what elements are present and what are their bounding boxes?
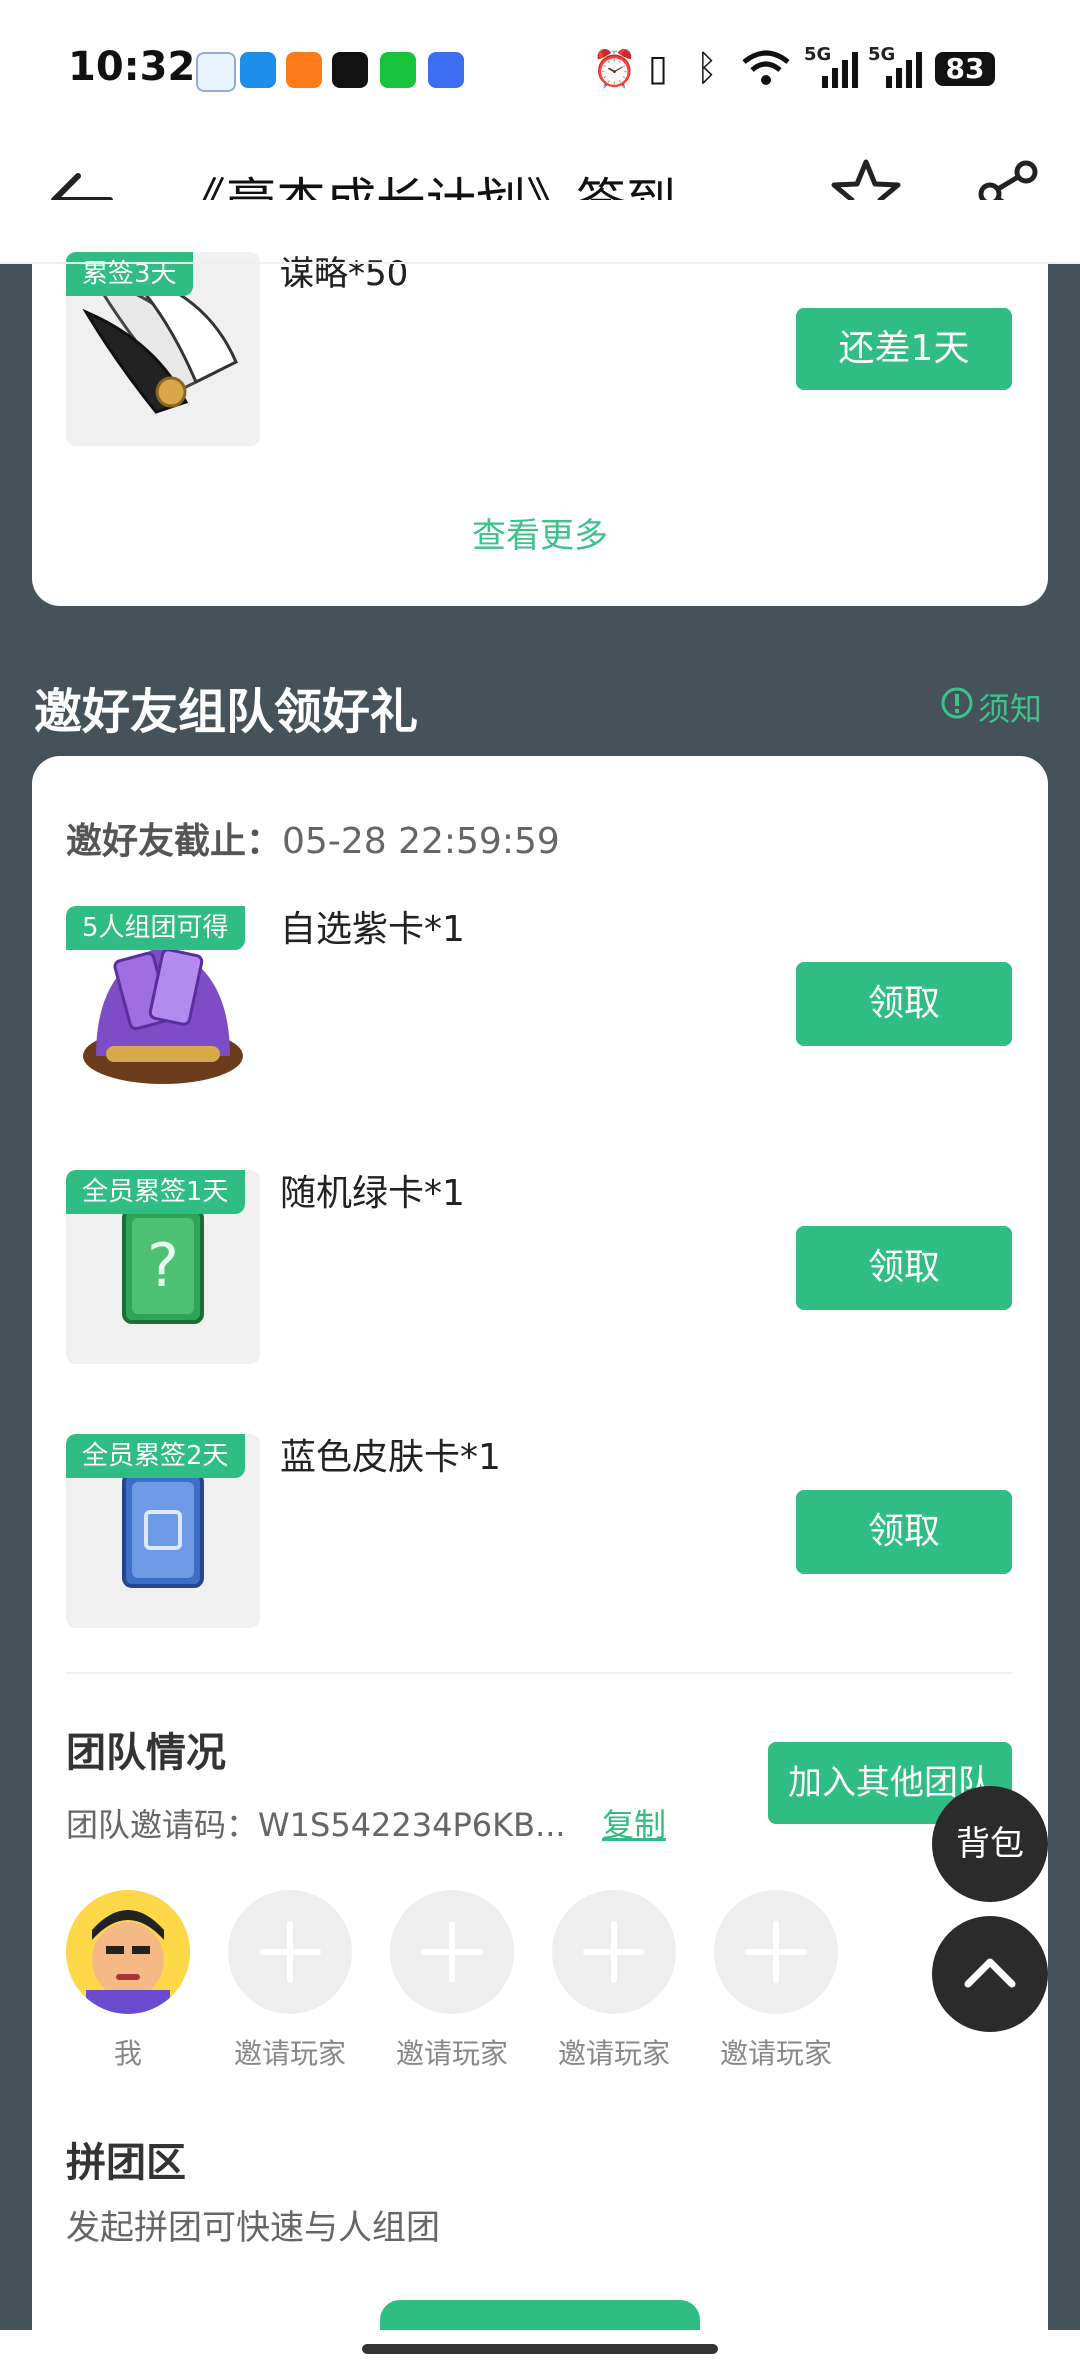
member-label: 邀请玩家 (719, 2037, 832, 2070)
invite-player-slot[interactable] (714, 1890, 838, 2014)
member-label: 邀请玩家 (395, 2037, 508, 2070)
group-zone-title: 拼团区 (66, 2140, 186, 2186)
claim-button[interactable]: 领取 (796, 1226, 1012, 1310)
invite-code-row: 团队邀请码：W1S542234P6KB... (66, 1800, 566, 1846)
reward-thumbnail: 累签3天 (66, 252, 260, 446)
reward-name: 自选紫卡*1 (280, 909, 465, 950)
deadline-label: 邀好友截止： (66, 821, 283, 862)
app-icon (332, 52, 368, 88)
app-icon (428, 52, 464, 88)
divider (66, 1672, 1012, 1674)
alarm-icon: ⏰ (592, 49, 637, 90)
member-label: 我 (113, 2037, 142, 2070)
member-label: 邀请玩家 (233, 2037, 346, 2070)
deadline-row: 邀好友截止：05-28 22:59:59 (66, 812, 560, 864)
plus-icon (259, 1921, 321, 1983)
reward-tag: 全员累签2天 (66, 1434, 245, 1478)
group-zone-desc: 发起拼团可快速与人组团 (66, 2208, 440, 2248)
invite-player-slot[interactable] (390, 1890, 514, 2014)
remaining-days-button[interactable]: 还差1天 (796, 308, 1012, 390)
reward-name: 随机绿卡*1 (280, 1173, 465, 1214)
reward-name: 蓝色皮肤卡*1 (280, 1437, 501, 1478)
app-icon (196, 52, 236, 92)
team-title: 团队情况 (66, 1730, 226, 1776)
reward-thumbnail: 全员累签2天 (66, 1434, 260, 1628)
claim-button[interactable]: 领取 (796, 1490, 1012, 1574)
user-avatar-icon (66, 1890, 190, 2014)
reward-tag: 全员累签1天 (66, 1170, 245, 1214)
reward-tag: 5人组团可得 (66, 906, 245, 950)
plus-icon (421, 1921, 483, 1983)
info-icon[interactable] (940, 686, 974, 724)
battery-indicator: 83 (935, 52, 995, 86)
home-indicator[interactable] (362, 2344, 718, 2354)
plus-icon (745, 1921, 807, 1983)
notice-link[interactable]: 须知 (978, 684, 1042, 730)
back-to-top-button[interactable] (932, 1916, 1048, 2032)
reward-name: 谋略*50 (280, 254, 409, 294)
see-more-link[interactable]: 查看更多 (0, 508, 1080, 557)
section-title: 邀好友组队领好礼 (34, 684, 419, 740)
reward-tag: 累签3天 (66, 252, 193, 296)
status-time: 10:32 (68, 44, 196, 90)
app-icon (380, 52, 416, 88)
invite-code-label: 团队邀请码： (66, 1806, 259, 1844)
app-icon (286, 52, 322, 88)
invite-code-value: W1S542234P6KB... (258, 1806, 566, 1844)
avatar (66, 1890, 190, 2014)
reward-thumbnail: 5人组团可得 (66, 906, 260, 1100)
signal-icon (808, 50, 858, 94)
deadline-value: 05-28 22:59:59 (282, 821, 560, 862)
bag-button[interactable]: 背包 (932, 1786, 1048, 1902)
bluetooth-icon: ᛒ (696, 48, 718, 89)
wifi-icon (740, 48, 792, 92)
signal-icon (872, 50, 922, 94)
invite-player-slot[interactable] (228, 1890, 352, 2014)
claim-button[interactable]: 领取 (796, 962, 1012, 1046)
member-label: 邀请玩家 (557, 2037, 670, 2070)
vibrate-icon: ▯ (648, 48, 668, 89)
plus-icon (583, 1921, 645, 1983)
svg-text:?: ? (147, 1231, 179, 1301)
app-icon (240, 52, 276, 88)
invite-player-slot[interactable] (552, 1890, 676, 2014)
chevron-up-icon (964, 1958, 1016, 1988)
reward-thumbnail: ? 全员累签1天 (66, 1170, 260, 1364)
copy-link[interactable]: 复制 (602, 1800, 666, 1846)
